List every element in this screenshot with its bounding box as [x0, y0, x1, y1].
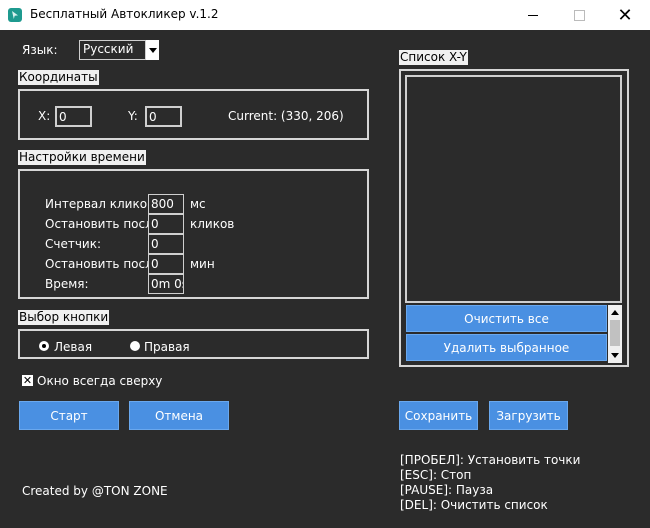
start-button[interactable]: Старт [19, 401, 119, 430]
language-label: Язык: [22, 43, 58, 57]
y-input[interactable]: 0 [145, 106, 182, 127]
stop-after-minutes-label: Остановить после: [45, 257, 165, 271]
stop-after-minutes-input[interactable]: 0 [148, 254, 184, 274]
hotkey-help-line: [DEL]: Очистить список [400, 498, 548, 512]
list-scrollbar[interactable] [608, 305, 622, 363]
language-selected-value[interactable]: Русский [79, 40, 146, 60]
delete-selected-button[interactable]: Удалить выбранное [406, 334, 607, 361]
x-label: X: [38, 109, 51, 123]
left-button-label[interactable]: Левая [54, 340, 92, 354]
app-icon [8, 8, 22, 22]
maximize-button[interactable] [556, 0, 602, 30]
load-button[interactable]: Загрузить [489, 401, 568, 430]
close-button[interactable]: ✕ [602, 0, 648, 30]
title-bar[interactable]: Бесплатный Автокликер v.1.2 ✕ [0, 0, 650, 30]
time-label: Время: [45, 277, 89, 291]
checkmark-icon: ✕ [22, 374, 33, 387]
stop-after-clicks-unit: кликов [190, 217, 235, 231]
close-icon: ✕ [617, 4, 633, 26]
stop-after-clicks-input[interactable]: 0 [148, 214, 184, 234]
always-on-top-label[interactable]: Окно всегда сверху [37, 374, 162, 388]
time-value: 0m 0s [148, 274, 184, 294]
language-dropdown-button[interactable] [145, 40, 159, 60]
minimize-button[interactable] [510, 0, 556, 30]
right-button-radio[interactable] [130, 341, 140, 351]
maximize-icon [573, 9, 585, 21]
counter-label: Счетчик: [45, 237, 102, 251]
stop-after-clicks-label: Остановить после: [45, 217, 165, 231]
minimize-icon [528, 14, 538, 16]
button-choice-group-label: Выбор кнопки [18, 310, 110, 325]
scroll-thumb[interactable] [610, 320, 620, 346]
stop-after-minutes-unit: мин [190, 257, 215, 271]
interval-unit: мс [190, 197, 206, 211]
scroll-up-button[interactable] [609, 306, 621, 318]
chevron-up-icon [611, 309, 619, 315]
hotkey-help-line: [PAUSE]: Пауза [400, 483, 494, 497]
xy-list-label: Список X-Y [399, 50, 468, 65]
timing-group-label: Настройки времени [18, 150, 146, 165]
cancel-button[interactable]: Отмена [129, 401, 229, 430]
current-position-text: Current: (330, 206) [228, 109, 344, 123]
language-select[interactable]: Русский [79, 40, 159, 60]
xy-list[interactable] [405, 75, 622, 303]
always-on-top-checkbox[interactable]: ✕ [22, 375, 33, 386]
window-title: Бесплатный Автокликер v.1.2 [30, 7, 219, 21]
chevron-down-icon [611, 352, 619, 358]
hotkey-help-line: [ПРОБЕЛ]: Установить точки [400, 453, 581, 467]
save-button[interactable]: Сохранить [399, 401, 478, 430]
credit-text: Created by @TON ZONE [22, 484, 168, 498]
scroll-down-button[interactable] [609, 349, 621, 361]
interval-input[interactable]: 800 [148, 194, 184, 214]
interval-label: Интервал кликов: [45, 197, 159, 211]
clear-all-button[interactable]: Очистить все [406, 305, 607, 332]
hotkey-help-line: [ESC]: Стоп [400, 468, 472, 482]
coordinates-group-label: Координаты [18, 70, 99, 85]
chevron-down-icon [148, 47, 157, 53]
x-input[interactable]: 0 [55, 106, 92, 127]
left-button-radio[interactable] [39, 341, 49, 351]
right-button-label[interactable]: Правая [144, 340, 190, 354]
y-label: Y: [128, 109, 138, 123]
counter-value: 0 [148, 234, 184, 254]
